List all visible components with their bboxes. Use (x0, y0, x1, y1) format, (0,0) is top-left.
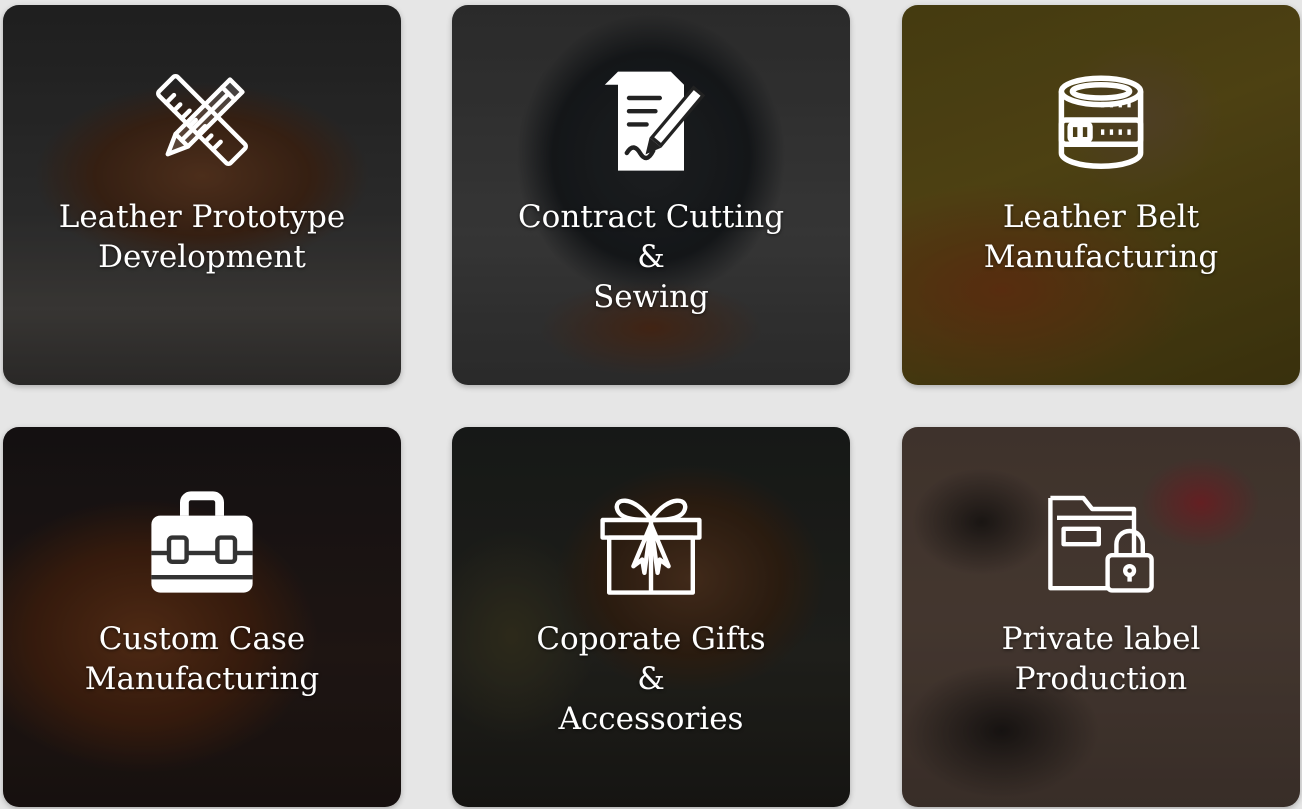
pencil-ruler-icon (147, 65, 257, 175)
service-card-contract-cutting[interactable]: Contract Cutting & Sewing (452, 5, 850, 385)
service-card-leather-belt[interactable]: Leather Belt Manufacturing (902, 5, 1300, 385)
service-title: Leather Belt Manufacturing (983, 199, 1219, 275)
service-card-leather-prototype[interactable]: Leather Prototype Development (3, 5, 401, 385)
briefcase-icon (147, 487, 257, 597)
service-card-corporate-gifts[interactable]: Coporate Gifts & Accessories (452, 427, 850, 807)
service-title: Private label Production (1001, 621, 1201, 697)
service-title: Custom Case Manufacturing (84, 621, 320, 697)
belt-roll-icon (1046, 65, 1156, 175)
services-grid: Leather Prototype Development Contract C… (0, 0, 1302, 809)
locked-folder-icon (1046, 487, 1156, 597)
service-title: Leather Prototype Development (58, 199, 346, 275)
gift-box-icon (596, 487, 706, 597)
service-title: Coporate Gifts & Accessories (536, 621, 766, 737)
service-card-private-label[interactable]: Private label Production (902, 427, 1300, 807)
contract-signing-icon (596, 65, 706, 175)
service-card-custom-case[interactable]: Custom Case Manufacturing (3, 427, 401, 807)
service-title: Contract Cutting & Sewing (517, 199, 785, 315)
